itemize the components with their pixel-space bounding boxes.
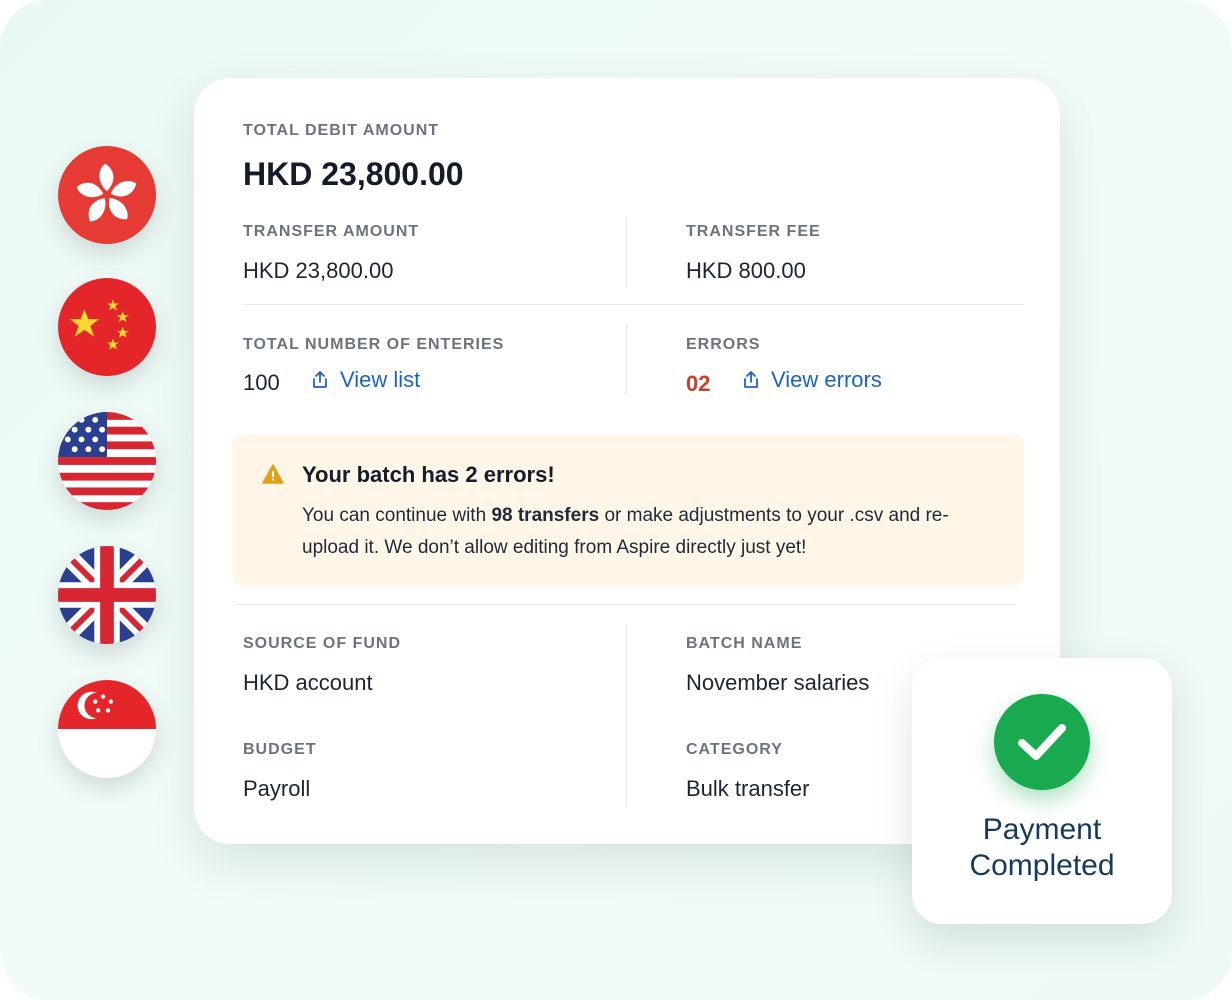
entries-label: TOTAL NUMBER OF ENTERIES: [243, 336, 505, 353]
total-debit-value: HKD 23,800.00: [243, 156, 464, 192]
alert-message-highlight: 98 transfers: [491, 505, 600, 526]
entries-value: 100: [243, 370, 280, 395]
alert-message: You can continue with 98 transfers or ma…: [302, 500, 992, 564]
united-kingdom-flag-icon: [58, 546, 156, 644]
hong-kong-flag-icon: [58, 146, 156, 244]
column-divider: [626, 218, 627, 288]
transfer-fee-value: HKD 800.00: [686, 258, 806, 283]
row-divider: [243, 304, 1024, 305]
batch-name-value: November salaries: [686, 670, 870, 695]
united-states-flag-icon: [58, 412, 156, 510]
share-icon: [744, 371, 758, 388]
alert-title: Your batch has 2 errors!: [302, 462, 555, 487]
source-of-fund-value: HKD account: [243, 670, 373, 695]
payment-status-text: Payment Completed: [912, 812, 1172, 884]
view-list-link[interactable]: View list: [310, 367, 420, 393]
alert-message-prefix: You can continue with: [302, 505, 492, 526]
total-debit-label: TOTAL DEBIT AMOUNT: [243, 122, 440, 139]
category-value: Bulk transfer: [686, 776, 810, 801]
payment-status-line1: Payment: [982, 813, 1102, 846]
errors-label: ERRORS: [686, 336, 761, 353]
view-errors-label: View errors: [771, 367, 882, 392]
payment-status-line2: Completed: [969, 849, 1115, 882]
singapore-flag-icon: [58, 680, 156, 778]
view-list-label: View list: [340, 367, 421, 392]
row-divider: [235, 604, 1016, 605]
share-icon: [313, 371, 327, 388]
transfer-fee-label: TRANSFER FEE: [686, 223, 821, 240]
background-canvas: TOTAL DEBIT AMOUNT HKD 23,800.00 TRANSFE…: [0, 0, 1232, 1000]
budget-label: BUDGET: [243, 741, 317, 758]
success-check-icon: [994, 694, 1090, 790]
column-divider: [626, 324, 627, 394]
budget-value: Payroll: [243, 776, 311, 801]
warning-icon: [262, 464, 284, 484]
column-divider: [626, 624, 627, 806]
transfer-amount-label: TRANSFER AMOUNT: [243, 223, 420, 240]
errors-count: 02: [686, 371, 711, 396]
view-errors-link[interactable]: View errors: [741, 367, 882, 393]
error-alert-banner: Your batch has 2 errors! You can continu…: [232, 434, 1024, 586]
batch-name-label: BATCH NAME: [686, 635, 803, 652]
transfer-amount-value: HKD 23,800.00: [243, 258, 394, 283]
china-flag-icon: [58, 278, 156, 376]
category-label: CATEGORY: [686, 741, 783, 758]
source-of-fund-label: SOURCE OF FUND: [243, 635, 401, 652]
payment-completed-card: Payment Completed: [912, 658, 1172, 924]
